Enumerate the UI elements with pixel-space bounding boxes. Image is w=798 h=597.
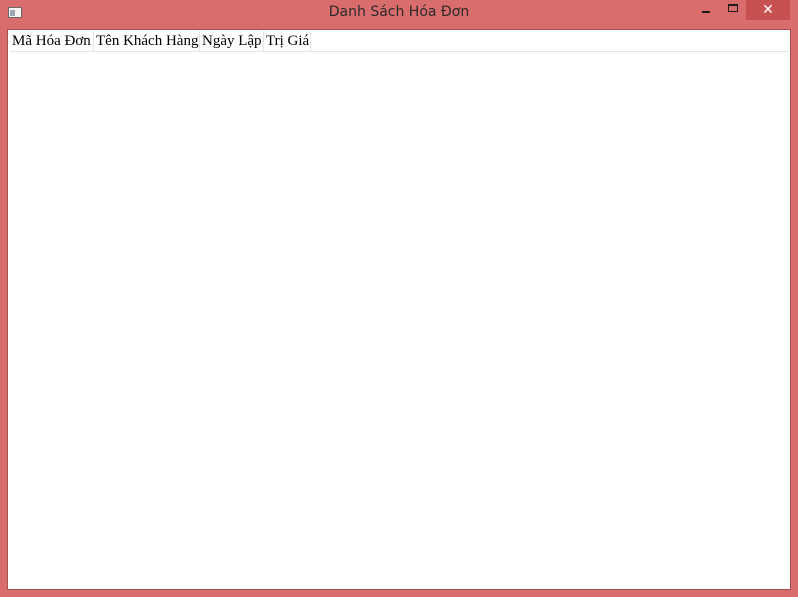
title-bar[interactable]: Danh Sách Hóa Đơn ✕ — [0, 0, 798, 28]
close-icon: ✕ — [762, 2, 774, 18]
minimize-button[interactable] — [695, 0, 717, 20]
maximize-button[interactable] — [722, 0, 744, 20]
column-header-customer-name[interactable]: Tên Khách Hàng — [94, 31, 200, 51]
column-header-value[interactable]: Trị Giá — [264, 31, 311, 51]
list-rows — [10, 52, 788, 587]
window-title: Danh Sách Hóa Đơn — [328, 4, 470, 20]
list-header: Mã Hóa Đơn Tên Khách Hàng Ngày Lập Trị G… — [10, 31, 788, 52]
client-area: Mã Hóa Đơn Tên Khách Hàng Ngày Lập Trị G… — [7, 29, 791, 590]
column-header-date[interactable]: Ngày Lập — [200, 31, 264, 51]
invoice-list-view[interactable]: Mã Hóa Đơn Tên Khách Hàng Ngày Lập Trị G… — [10, 31, 788, 587]
column-header-invoice-id[interactable]: Mã Hóa Đơn — [10, 31, 94, 51]
app-window: Danh Sách Hóa Đơn ✕ Mã Hóa Đơn Tên Khách… — [0, 0, 798, 597]
app-icon[interactable] — [8, 7, 22, 18]
close-button[interactable]: ✕ — [746, 0, 790, 20]
